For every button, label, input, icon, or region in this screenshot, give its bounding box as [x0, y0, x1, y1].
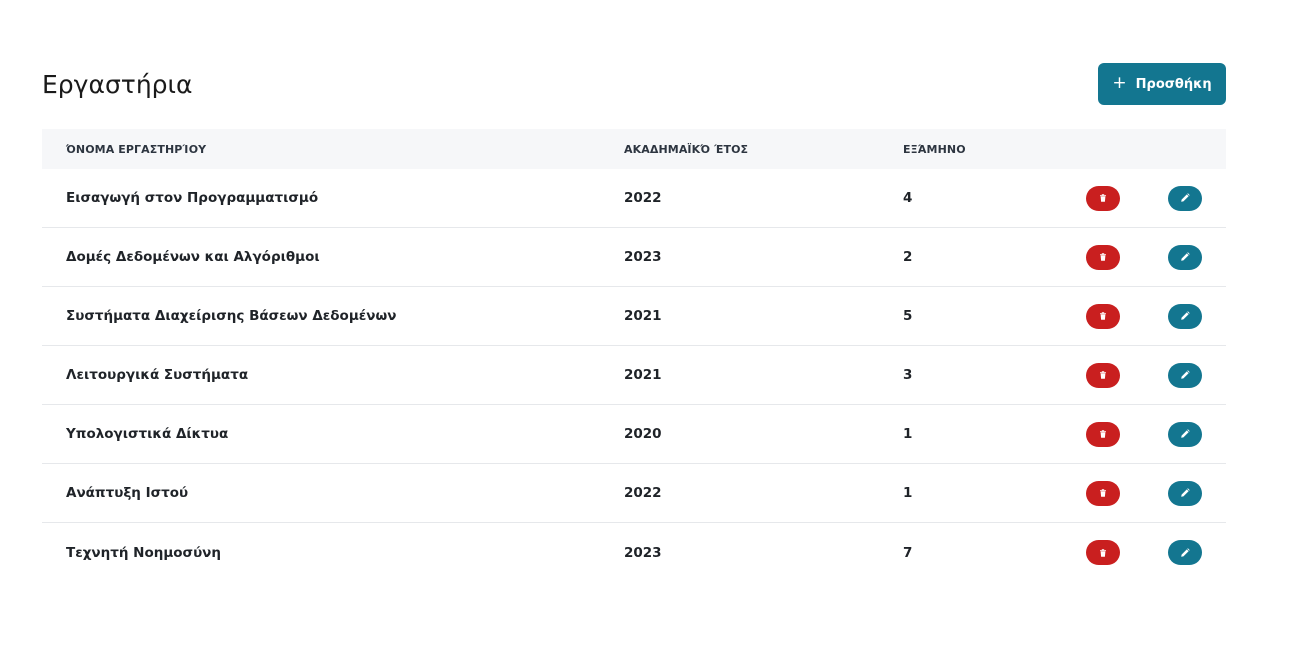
table-row: Υπολογιστικά Δίκτυα 2020 1: [42, 405, 1226, 464]
delete-button[interactable]: [1086, 185, 1120, 211]
trash-icon: [1098, 548, 1108, 558]
edit-button[interactable]: [1168, 244, 1202, 270]
trash-icon: [1098, 370, 1108, 380]
semester-cell: 2: [903, 249, 913, 265]
lab-name-cell: Τεχνητή Νοημοσύνη: [66, 544, 221, 561]
edit-button[interactable]: [1168, 421, 1202, 447]
semester-cell: 1: [903, 485, 913, 501]
semester-cell: 4: [903, 190, 913, 206]
edit-button[interactable]: [1168, 362, 1202, 388]
edit-button[interactable]: [1168, 185, 1202, 211]
semester-cell: 3: [903, 367, 913, 383]
column-header-semester[interactable]: ΕΞΆΜΗΝΟ: [903, 143, 966, 156]
pencil-icon: [1180, 547, 1190, 558]
semester-cell: 5: [903, 308, 913, 324]
lab-name-cell: Υπολογιστικά Δίκτυα: [66, 426, 229, 442]
lab-name-cell: Ανάπτυξη Ιστού: [66, 485, 189, 501]
lab-name-cell: Δομές Δεδομένων και Αλγόριθμοι: [66, 249, 320, 265]
pencil-icon: [1180, 311, 1190, 321]
table-row: Ανάπτυξη Ιστού 2022 1: [42, 464, 1226, 523]
trash-icon: [1098, 429, 1108, 439]
table-body: Εισαγωγή στον Προγραμματισμό 2022 4 Δομέ…: [42, 169, 1226, 582]
plus-icon: +: [1112, 72, 1127, 93]
trash-icon: [1098, 488, 1108, 498]
table-header: ΌΝΟΜΑ ΕΡΓΑΣΤΗΡΊΟΥ ΑΚΑΔΗΜΑΪΚΌ ΈΤΟΣ ΕΞΆΜΗΝ…: [42, 129, 1226, 169]
academic-year-cell: 2022: [624, 485, 662, 501]
table-row: Τεχνητή Νοημοσύνη 2023 7: [42, 523, 1226, 582]
table-row: Λειτουργικά Συστήματα 2021 3: [42, 346, 1226, 405]
column-header-year[interactable]: ΑΚΑΔΗΜΑΪΚΌ ΈΤΟΣ: [624, 143, 748, 156]
academic-year-cell: 2023: [624, 249, 662, 265]
academic-year-cell: 2022: [624, 190, 662, 206]
pencil-icon: [1180, 370, 1190, 380]
page-title: Εργαστήρια: [42, 70, 193, 99]
academic-year-cell: 2023: [624, 544, 662, 561]
labs-table: ΌΝΟΜΑ ΕΡΓΑΣΤΗΡΊΟΥ ΑΚΑΔΗΜΑΪΚΌ ΈΤΟΣ ΕΞΆΜΗΝ…: [42, 129, 1226, 582]
trash-icon: [1098, 193, 1108, 203]
table-row: Συστήματα Διαχείρισης Βάσεων Δεδομένων 2…: [42, 287, 1226, 346]
add-button[interactable]: + Προσθήκη: [1098, 63, 1226, 105]
edit-button[interactable]: [1168, 303, 1202, 329]
edit-button[interactable]: [1168, 540, 1202, 565]
academic-year-cell: 2021: [624, 367, 662, 383]
lab-name-cell: Συστήματα Διαχείρισης Βάσεων Δεδομένων: [66, 308, 397, 324]
delete-button[interactable]: [1086, 421, 1120, 447]
pencil-icon: [1180, 193, 1190, 203]
academic-year-cell: 2020: [624, 426, 662, 442]
pencil-icon: [1180, 488, 1190, 498]
table-row: Δομές Δεδομένων και Αλγόριθμοι 2023 2: [42, 228, 1226, 287]
lab-name-cell: Εισαγωγή στον Προγραμματισμό: [66, 190, 319, 206]
delete-button[interactable]: [1086, 303, 1120, 329]
pencil-icon: [1180, 252, 1190, 262]
pencil-icon: [1180, 429, 1190, 439]
table-row: Εισαγωγή στον Προγραμματισμό 2022 4: [42, 169, 1226, 228]
delete-button[interactable]: [1086, 362, 1120, 388]
lab-name-cell: Λειτουργικά Συστήματα: [66, 367, 249, 383]
edit-button[interactable]: [1168, 480, 1202, 506]
delete-button[interactable]: [1086, 540, 1120, 565]
delete-button[interactable]: [1086, 244, 1120, 270]
semester-cell: 1: [903, 426, 913, 442]
trash-icon: [1098, 311, 1108, 321]
trash-icon: [1098, 252, 1108, 262]
academic-year-cell: 2021: [624, 308, 662, 324]
add-button-label: Προσθήκη: [1135, 76, 1212, 92]
column-header-name[interactable]: ΌΝΟΜΑ ΕΡΓΑΣΤΗΡΊΟΥ: [66, 143, 206, 156]
semester-cell: 7: [903, 544, 913, 561]
delete-button[interactable]: [1086, 480, 1120, 506]
